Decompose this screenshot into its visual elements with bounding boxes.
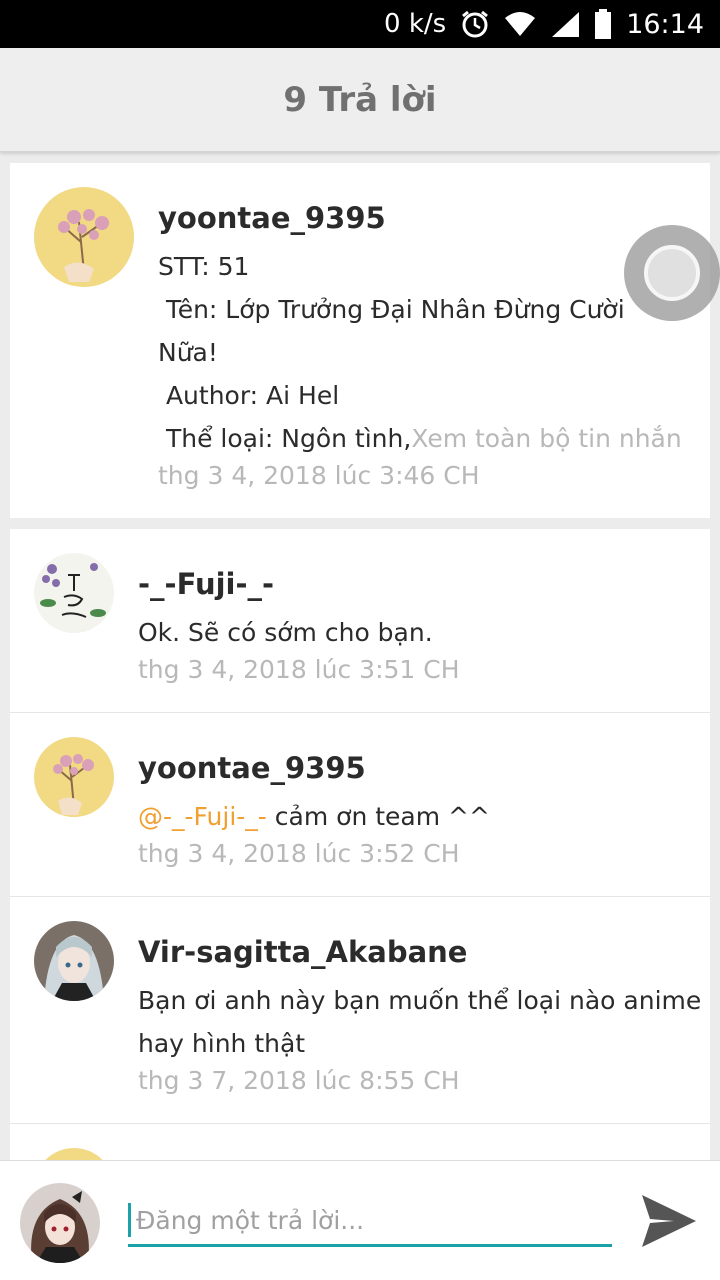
timestamp: thg 3 7, 2018 lúc 8:55 CH: [138, 1066, 460, 1095]
reply-input[interactable]: [136, 1199, 606, 1241]
circle-icon: [644, 245, 700, 301]
network-speed: 0 k/s: [384, 9, 447, 39]
post-line: STT: 51: [158, 252, 250, 281]
reply-list: -_-Fuji-_- Ok. Sẽ có sớm cho bạn. thg 3 …: [10, 529, 710, 1160]
reply-text: @-_-Fuji-_- cảm ơn team ^^: [138, 795, 490, 838]
timestamp: thg 3 4, 2018 lúc 3:51 CH: [138, 655, 460, 684]
battery-icon: [594, 9, 612, 39]
app-header: 9 Trả lời: [0, 48, 720, 152]
avatar[interactable]: [34, 737, 114, 817]
avatar: [20, 1183, 100, 1263]
reply-line: Bạn ơi anh này bạn muốn thể loại nào ani…: [138, 986, 702, 1015]
post-line: Author: Ai Hel: [158, 381, 340, 410]
reply-item: Vir-sagitta_Akabane Bạn ơi anh này bạn m…: [10, 897, 710, 1124]
post-line: Tên: Lớp Trưởng Đại Nhân Đừng Cười: [158, 295, 625, 324]
avatar[interactable]: [34, 921, 114, 1001]
username[interactable]: yoontae_9395: [158, 201, 386, 235]
username[interactable]: -_-Fuji-_-: [138, 567, 274, 601]
reply-item: -_-Fuji-_- Ok. Sẽ có sớm cho bạn. thg 3 …: [10, 529, 710, 713]
post-line: Thể loại: Ngôn tình,Xem toàn bộ tin nhắn: [158, 417, 682, 460]
avatar[interactable]: [34, 553, 114, 633]
username[interactable]: yoontae_9395: [138, 751, 366, 785]
reply-line: hay hình thật: [138, 1029, 306, 1058]
reply-item: yoontae_9395 @-_-Fuji-_- cảm ơn team ^^ …: [10, 713, 710, 897]
post-line: Nữa!: [158, 338, 218, 367]
username[interactable]: Vir-sagitta_Akabane: [138, 935, 467, 969]
alarm-icon: [460, 9, 490, 39]
reply-composer: [0, 1160, 720, 1280]
send-button[interactable]: [640, 1193, 698, 1253]
clock: 16:14: [626, 8, 704, 40]
timestamp: thg 3 4, 2018 lúc 3:46 CH: [158, 461, 480, 490]
timestamp: thg 3 4, 2018 lúc 3:52 CH: [138, 839, 460, 868]
reply-input-wrapper: [128, 1199, 612, 1247]
original-post-card: yoontae_9395 STT: 51 Tên: Lớp Trưởng Đại…: [10, 163, 710, 518]
view-full-message-link[interactable]: Xem toàn bộ tin nhắn: [411, 424, 681, 453]
reply-text-content: cảm ơn team ^^: [266, 802, 490, 831]
avatar[interactable]: [34, 187, 134, 287]
text-cursor: [128, 1203, 131, 1237]
signal-icon: [550, 10, 580, 38]
replies-scroll-area[interactable]: yoontae_9395 STT: 51 Tên: Lớp Trưởng Đại…: [0, 152, 720, 1160]
avatar[interactable]: [34, 1148, 114, 1160]
wifi-icon: [504, 10, 536, 38]
page-title: 9 Trả lời: [283, 79, 437, 120]
send-icon: [642, 1195, 696, 1247]
floating-assist-button[interactable]: [624, 225, 720, 321]
post-line-text: Thể loại: Ngôn tình,: [158, 424, 412, 453]
reply-text: Ok. Sẽ có sớm cho bạn.: [138, 618, 433, 647]
status-bar: 0 k/s 16:14: [0, 0, 720, 48]
mention-link[interactable]: @-_-Fuji-_-: [138, 802, 267, 831]
